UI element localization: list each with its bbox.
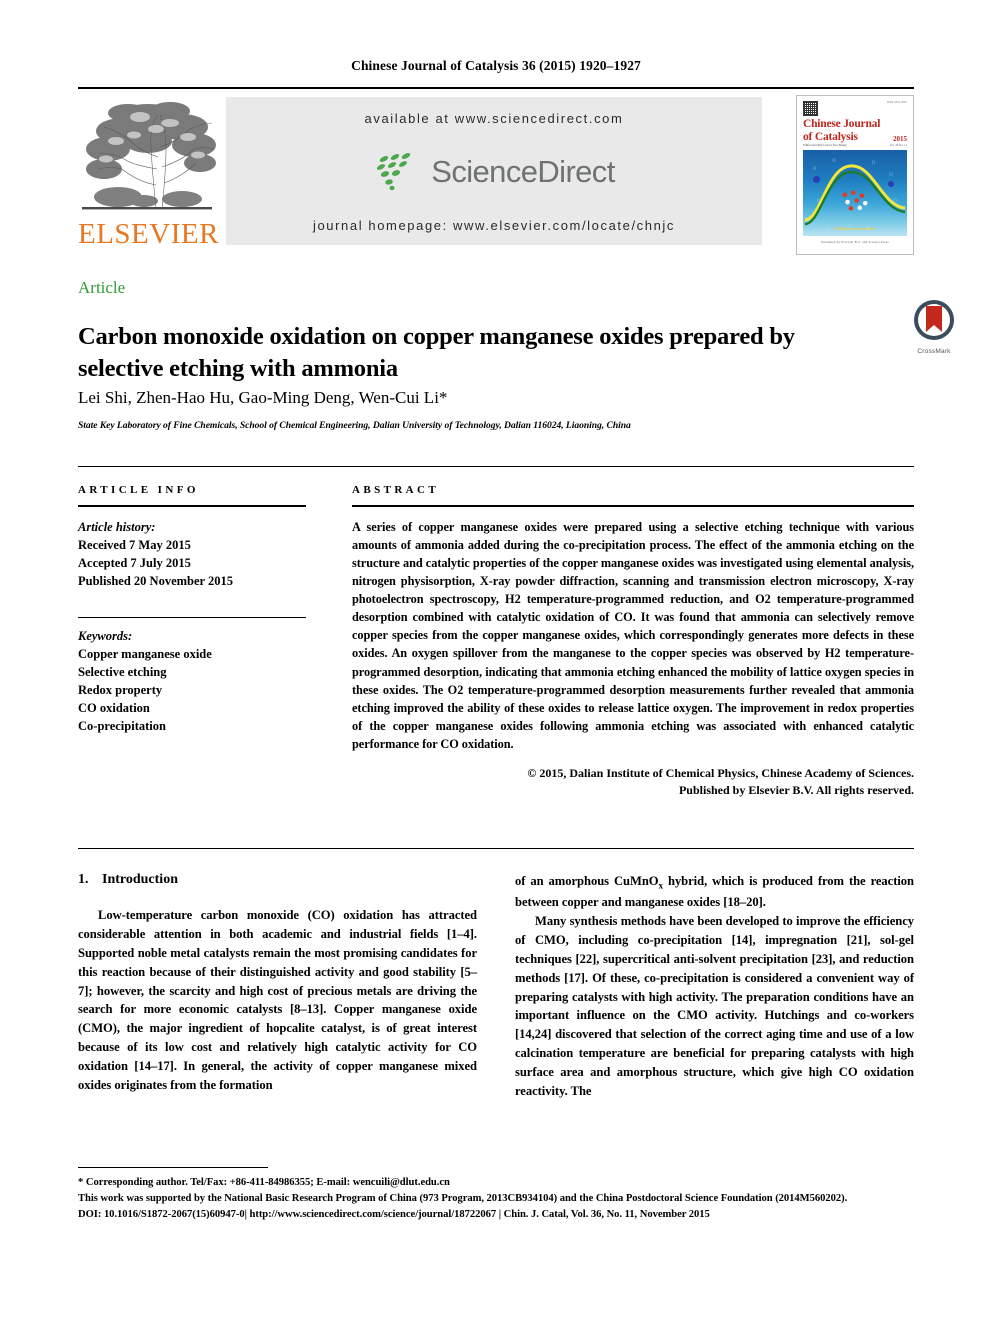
cover-artwork: OO OO OO CO C Hybrid precursor method — [803, 150, 907, 237]
paragraph: Low-temperature carbon monoxide (CO) oxi… — [78, 908, 477, 1093]
cover-issn: ISSN 1872-2067 — [886, 100, 907, 104]
body-column-left: 1. Introduction Low-temperature carbon mo… — [78, 872, 477, 1101]
paragraph-continued: of an amorphous CuMnOx hybrid, which is … — [515, 872, 914, 912]
article-type-label: Article — [78, 278, 126, 297]
info-rule-bottom — [78, 848, 914, 849]
body-column-right: of an amorphous CuMnOx hybrid, which is … — [515, 872, 914, 1101]
abstract-heading: ABSTRACT — [352, 484, 440, 496]
article-info-column: ARTICLE INFO Article history: Received 7… — [78, 484, 306, 735]
elsevier-tree-icon — [82, 102, 216, 210]
copyright-line-1: © 2015, Dalian Institute of Chemical Phy… — [527, 765, 914, 780]
running-head: Chinese Journal of Catalysis 36 (2015) 1… — [351, 58, 641, 73]
section-title: Introduction — [102, 872, 178, 887]
footnote-corresponding-author: * Corresponding author. Tel/Fax: +86-411… — [78, 1177, 450, 1188]
keyword-item: Copper manganese oxide — [78, 646, 212, 661]
journal-homepage-text: journal homepage: www.elsevier.com/locat… — [312, 218, 676, 233]
article-history-published: Published 20 November 2015 — [78, 574, 233, 589]
footnote-doi[interactable]: DOI: 10.1016/S1872-2067(15)60947-0| http… — [78, 1207, 914, 1223]
journal-masthead: ELSEVIER available at www.sciencedirect.… — [78, 87, 914, 259]
cover-issue: Vol. 36 No. 11 — [889, 143, 907, 148]
intro-paragraph-left: Low-temperature carbon monoxide (CO) oxi… — [78, 906, 477, 1095]
copyright-line-2: Published by Elsevier B.V. All rights re… — [678, 783, 914, 798]
available-at-text: available at www.sciencedirect.com — [364, 111, 624, 126]
elsevier-wordmark: ELSEVIER — [78, 218, 219, 250]
keywords-block: Keywords: Copper manganese oxide Selecti… — [78, 616, 306, 736]
sciencedirect-leaf-icon — [377, 153, 411, 191]
section-number: 1. — [78, 872, 89, 887]
page-title: Carbon monoxide oxidation on copper mang… — [78, 323, 795, 382]
svg-text:O: O — [889, 173, 893, 178]
sciencedirect-logo: ScienceDirect — [373, 152, 615, 192]
crossmark-icon[interactable] — [912, 298, 956, 342]
cover-logo-icon — [803, 101, 818, 116]
keywords-title: Keywords: — [78, 628, 133, 643]
article-info-heading: ARTICLE INFO — [78, 484, 199, 496]
article-history-received: Received 7 May 2015 — [78, 538, 191, 553]
section-heading-introduction: 1. Introduction — [78, 872, 477, 888]
paragraph-pre: of an amorphous CuMnO — [515, 874, 659, 888]
crossmark-label: CrossMark — [917, 348, 951, 355]
sciencedirect-wordmark: ScienceDirect — [431, 154, 615, 189]
journal-cover-thumbnail: ISSN 1872-2067 Chinese Journal of Cataly… — [796, 95, 914, 255]
keyword-item: Selective etching — [78, 664, 167, 679]
affiliation: State Key Laboratory of Fine Chemicals, … — [78, 420, 631, 431]
abstract-divider — [352, 505, 914, 507]
svg-text:O: O — [832, 159, 836, 164]
abstract-column: ABSTRACT A series of copper manganese ox… — [352, 484, 914, 800]
body-columns: 1. Introduction Low-temperature carbon mo… — [78, 872, 914, 1101]
cover-catalyst-cluster — [838, 186, 873, 213]
crossmark-badge[interactable]: CrossMark — [903, 298, 965, 355]
svg-text:O: O — [872, 161, 876, 166]
svg-text:O: O — [893, 199, 897, 204]
cover-editors: Editor-in-Chief Can Li Tao Zhang — [803, 143, 847, 148]
paper-page: Chinese Journal of Catalysis 36 (2015) 1… — [0, 0, 992, 1323]
keyword-item: Redox property — [78, 682, 163, 697]
cover-title-line1: Chinese Journal — [803, 118, 881, 130]
footnote-block: * Corresponding author. Tel/Fax: +86-411… — [78, 1175, 914, 1223]
article-history-accepted: Accepted 7 July 2015 — [78, 556, 191, 571]
info-rule-top — [78, 466, 914, 467]
elsevier-logo: ELSEVIER — [78, 97, 218, 255]
keyword-item: CO oxidation — [78, 701, 150, 715]
author-list: Lei Shi, Zhen-Hao Hu, Gao-Ming Deng, Wen… — [78, 388, 448, 407]
intro-paragraph-right: of an amorphous CuMnOx hybrid, which is … — [515, 872, 914, 1101]
cover-art-caption: Hybrid precursor method — [835, 227, 875, 232]
cover-year: 2015 — [893, 135, 907, 144]
svg-text:O: O — [817, 199, 821, 204]
article-history-title: Article history: — [78, 520, 156, 534]
footnote-funding: This work was supported by the National … — [78, 1192, 848, 1204]
sciencedirect-banner: available at www.sciencedirect.com Scien… — [226, 97, 762, 245]
abstract-text: A series of copper manganese oxides were… — [352, 520, 914, 751]
keywords-divider — [78, 616, 306, 618]
paragraph: Many synthesis methods have been develop… — [515, 914, 914, 1099]
keyword-item: Co-precipitation — [78, 719, 166, 734]
cover-footer: Published by Elsevier B.V. and Science P… — [821, 240, 889, 245]
svg-text:O: O — [813, 167, 817, 172]
article-info-divider — [78, 505, 306, 507]
footnote-rule — [78, 1167, 268, 1168]
cover-title-line2: of Catalysis — [803, 130, 858, 143]
